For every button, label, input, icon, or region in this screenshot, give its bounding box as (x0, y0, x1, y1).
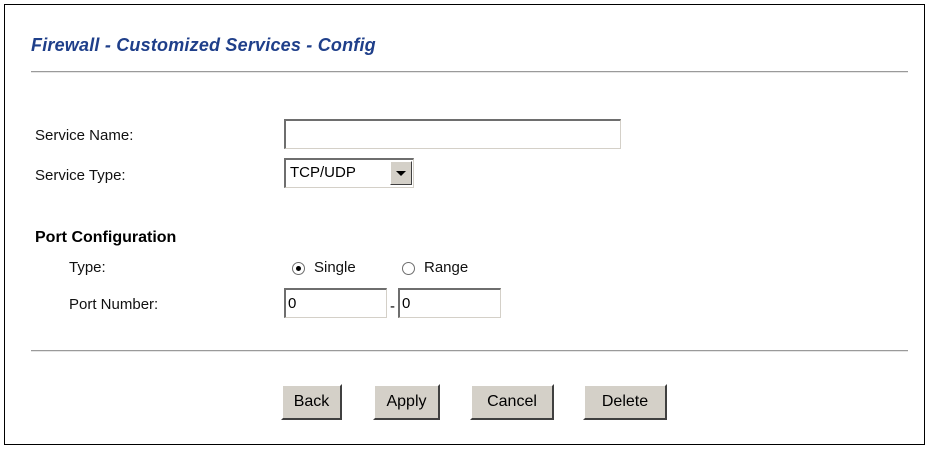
type-radio-range[interactable] (402, 262, 415, 275)
port-end-input[interactable] (398, 288, 501, 318)
service-name-input[interactable] (284, 119, 621, 149)
port-configuration-heading: Port Configuration (35, 229, 177, 246)
service-type-label: Service Type: (35, 167, 126, 184)
type-radio-single-label[interactable]: Single (314, 259, 356, 276)
type-label: Type: (69, 259, 106, 276)
page-title: Firewall - Customized Services - Config (31, 35, 376, 55)
service-name-label: Service Name: (35, 127, 134, 144)
top-divider (31, 71, 908, 73)
port-range-separator: - (390, 298, 395, 315)
back-button[interactable]: Back (281, 384, 342, 420)
bottom-divider (31, 350, 908, 352)
service-type-value: TCP/UDP (290, 164, 356, 181)
apply-button[interactable]: Apply (373, 384, 440, 420)
config-panel: Firewall - Customized Services - Config … (4, 4, 925, 445)
port-number-label: Port Number: (69, 296, 159, 313)
type-radio-range-label[interactable]: Range (424, 259, 468, 276)
port-start-input[interactable] (284, 288, 387, 318)
service-type-select[interactable]: TCP/UDP (284, 158, 414, 188)
delete-button[interactable]: Delete (583, 384, 667, 420)
chevron-down-icon[interactable] (390, 161, 412, 185)
type-radio-single[interactable] (292, 262, 305, 275)
cancel-button[interactable]: Cancel (470, 384, 554, 420)
